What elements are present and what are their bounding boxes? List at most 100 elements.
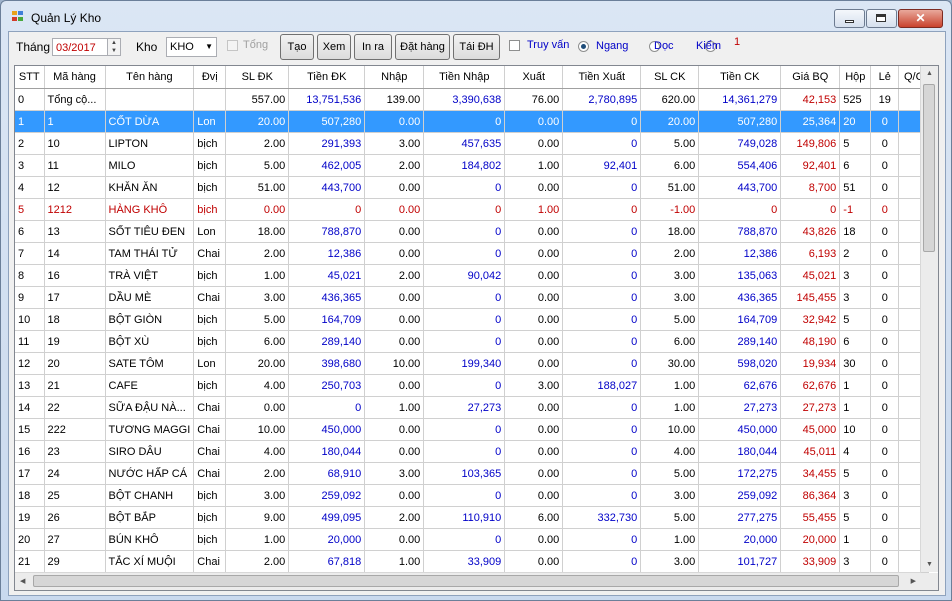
table-cell[interactable]: 13 — [15, 374, 45, 397]
table-cell[interactable]: 3.00 — [225, 484, 290, 507]
table-cell[interactable]: 51.00 — [225, 176, 290, 199]
table-cell[interactable]: 5.00 — [225, 154, 290, 177]
table-cell[interactable]: 749,028 — [698, 132, 782, 155]
table-cell[interactable]: 24 — [44, 462, 106, 485]
table-cell[interactable]: 289,140 — [698, 330, 782, 353]
table-cell[interactable]: MILO — [105, 154, 195, 177]
table-cell[interactable]: BÚN KHÔ — [105, 528, 195, 551]
table-cell[interactable]: 222 — [44, 418, 106, 441]
month-spinner[interactable]: ▲ ▼ — [107, 38, 121, 56]
table-cell[interactable]: 0.00 — [504, 528, 564, 551]
table-cell[interactable]: 0.00 — [504, 286, 564, 309]
tao-button[interactable]: Tạo — [280, 34, 314, 60]
table-cell[interactable]: 68,910 — [288, 462, 366, 485]
table-cell[interactable]: 9 — [15, 286, 45, 309]
table-cell[interactable]: 0 — [870, 110, 900, 133]
table-cell[interactable]: 145,455 — [780, 286, 841, 309]
scroll-left-icon[interactable]: ◀ — [20, 577, 25, 585]
table-cell[interactable]: 0.00 — [364, 330, 425, 353]
table-cell[interactable]: KHĂN ĂN — [105, 176, 195, 199]
table-cell[interactable]: 18 — [15, 484, 45, 507]
table-cell[interactable]: 0 — [423, 418, 506, 441]
table-cell[interactable]: 2.00 — [225, 462, 290, 485]
table-cell[interactable]: 20,000 — [288, 528, 366, 551]
table-cell[interactable]: 0 — [870, 506, 900, 529]
table-cell[interactable]: 3 — [839, 286, 872, 309]
table-cell[interactable]: 11 — [15, 330, 45, 353]
horizontal-scrollbar[interactable]: ◀ ▶ — [15, 572, 921, 590]
table-cell[interactable]: Chai — [193, 440, 227, 463]
table-cell[interactable]: 0 — [423, 110, 506, 133]
table-cell[interactable]: 10 — [15, 308, 45, 331]
table-cell[interactable]: 14,361,279 — [698, 88, 782, 111]
table-cell[interactable]: 0 — [288, 396, 366, 419]
table-cell[interactable]: 8,700 — [780, 176, 841, 199]
table-cell[interactable]: 20.00 — [225, 352, 290, 375]
table-row[interactable]: 21 29 TẮC XÍ MUỘI Chai 2.00 67,818 1.00 33,909 0… — [15, 550, 930, 573]
table-cell[interactable]: 2.00 — [225, 550, 290, 573]
table-cell[interactable]: 443,700 — [288, 176, 366, 199]
table-cell[interactable]: 0 — [562, 176, 642, 199]
table-cell[interactable]: 0.00 — [504, 462, 564, 485]
table-cell[interactable]: 164,709 — [288, 308, 366, 331]
table-cell[interactable]: 0 — [423, 242, 506, 265]
spin-down-icon[interactable]: ▼ — [108, 47, 120, 55]
table-cell[interactable]: 0.00 — [504, 330, 564, 353]
table-cell[interactable]: 139.00 — [364, 88, 425, 111]
table-cell[interactable]: 22 — [44, 396, 106, 419]
table-row[interactable]: 14 22 SỮA ĐẬU NÀ... Chai 0.00 0 1.00 27,273 0.00… — [15, 396, 930, 419]
table-cell[interactable]: 3.00 — [504, 374, 564, 397]
table-cell[interactable]: 90,042 — [423, 264, 506, 287]
table-cell[interactable]: 5.00 — [640, 462, 700, 485]
table-cell[interactable]: 17 — [44, 286, 106, 309]
table-cell[interactable]: 0 — [423, 286, 506, 309]
table-cell[interactable]: 45,021 — [288, 264, 366, 287]
table-cell[interactable]: 1.00 — [504, 198, 564, 221]
table-cell[interactable]: 0 — [562, 132, 642, 155]
table-cell[interactable]: 0 — [780, 198, 841, 221]
table-cell[interactable]: 15 — [15, 418, 45, 441]
table-cell[interactable]: 0.00 — [504, 132, 564, 155]
table-cell[interactable]: 20.00 — [640, 110, 700, 133]
table-cell[interactable]: 12,386 — [288, 242, 366, 265]
table-cell[interactable]: 19 — [15, 506, 45, 529]
table-cell[interactable]: 6 — [15, 220, 45, 243]
table-cell[interactable]: Lon — [193, 352, 227, 375]
table-cell[interactable]: 188,027 — [562, 374, 642, 397]
table-cell[interactable]: 27,273 — [423, 396, 506, 419]
table-cell[interactable]: 0 — [870, 550, 900, 573]
table-cell[interactable]: bịch — [193, 506, 227, 529]
column-header[interactable]: Tên hàng — [105, 66, 195, 89]
table-cell[interactable]: 27 — [44, 528, 106, 551]
table-cell[interactable]: SỐT TIÊU ĐEN — [105, 220, 195, 243]
table-row[interactable]: 3 11 MILO bịch 5.00 462,005 2.00 184,802 1.00 92,… — [15, 154, 930, 177]
table-cell[interactable]: 199,340 — [423, 352, 506, 375]
table-cell[interactable]: 250,703 — [288, 374, 366, 397]
table-cell[interactable]: 0 — [562, 308, 642, 331]
table-cell[interactable]: HÀNG KHÔ — [105, 198, 195, 221]
table-cell[interactable]: 1.00 — [364, 396, 425, 419]
table-cell[interactable]: 4.00 — [640, 440, 700, 463]
table-cell[interactable]: 0.00 — [504, 308, 564, 331]
table-cell[interactable]: 43,826 — [780, 220, 841, 243]
column-header[interactable]: Tiền Xuất — [562, 66, 642, 89]
table-cell[interactable]: Chai — [193, 396, 227, 419]
table-cell[interactable]: 0.00 — [504, 396, 564, 419]
column-header[interactable]: Đvị — [193, 66, 227, 89]
table-cell[interactable]: 0 — [562, 220, 642, 243]
table-cell[interactable]: 0 — [698, 198, 782, 221]
table-cell[interactable]: 13,751,536 — [288, 88, 366, 111]
doc-label[interactable]: Dọc — [654, 40, 674, 52]
table-cell[interactable]: 0 — [423, 374, 506, 397]
table-cell[interactable]: 0 — [562, 330, 642, 353]
table-cell[interactable]: 2,780,895 — [562, 88, 642, 111]
table-cell[interactable]: 0 — [423, 220, 506, 243]
table-cell[interactable]: 788,870 — [288, 220, 366, 243]
table-cell[interactable] — [193, 88, 227, 111]
table-row[interactable]: 18 25 BỘT CHANH bịch 3.00 259,092 0.00 0 0.00 0 3.… — [15, 484, 930, 507]
table-cell[interactable]: 10.00 — [364, 352, 425, 375]
inventory-grid[interactable]: STT Mã hàng Tên hàng Đvị SL ĐK Tiền ĐK Nhập Tiề… — [14, 65, 939, 591]
table-cell[interactable]: 27,273 — [780, 396, 841, 419]
table-cell[interactable]: 11 — [44, 154, 106, 177]
column-header[interactable]: Lẻ — [870, 66, 900, 89]
